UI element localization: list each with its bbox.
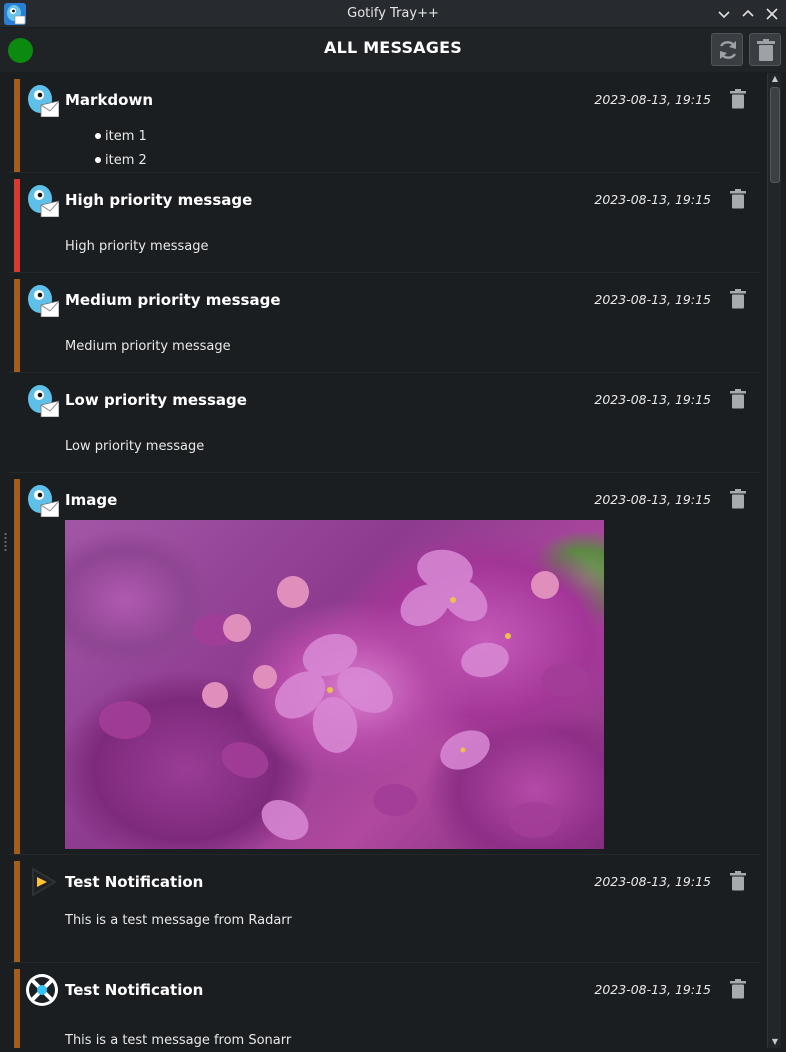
gotify-gopher-icon [25, 83, 59, 117]
message-item: Test Notification 2023-08-13, 19:15 This… [9, 855, 761, 963]
trash-icon [757, 39, 775, 61]
gotify-gopher-icon [28, 485, 59, 517]
gotify-gopher-icon [28, 385, 59, 417]
message-title: Test Notification [65, 873, 204, 891]
message-body: This is a test message from Radarr [65, 913, 292, 928]
delete-all-button[interactable] [749, 33, 781, 66]
scroll-down-arrow-icon[interactable]: ▼ [770, 1037, 780, 1047]
message-title: Low priority message [65, 391, 247, 409]
message-date: 2023-08-13, 19:15 [594, 392, 711, 407]
page-title: ALL MESSAGES [324, 38, 462, 57]
delete-message-button[interactable] [729, 289, 747, 309]
message-item: Markdown 2023-08-13, 19:15 item 1 item 2 [9, 73, 761, 173]
message-title: Image [65, 491, 118, 509]
scroll-up-arrow-icon[interactable]: ▲ [770, 74, 780, 84]
message-item: Medium priority message 2023-08-13, 19:1… [9, 273, 761, 373]
close-icon [766, 8, 778, 20]
window-title: Gotify Tray++ [347, 6, 439, 21]
scrollbar-thumb[interactable] [770, 87, 780, 183]
markdown-list: item 1 item 2 [95, 127, 147, 175]
message-date: 2023-08-13, 19:15 [594, 292, 711, 307]
chevron-down-icon [718, 11, 730, 19]
flower-petals [99, 549, 589, 840]
message-title: Markdown [65, 91, 154, 109]
delete-message-button[interactable] [729, 871, 747, 891]
message-title: Medium priority message [65, 291, 281, 309]
message-item: Low priority message 2023-08-13, 19:15 L… [9, 373, 761, 473]
priority-indicator [14, 79, 20, 172]
delete-message-button[interactable] [729, 979, 747, 999]
delete-message-button[interactable] [729, 389, 747, 409]
minimize-button[interactable] [714, 4, 734, 24]
radarr-icon [32, 867, 57, 897]
message-item: High priority message 2023-08-13, 19:15 … [9, 173, 761, 273]
priority-indicator [14, 969, 20, 1048]
vertical-scrollbar[interactable]: ▲ ▼ [767, 73, 781, 1048]
refresh-button[interactable] [711, 33, 743, 66]
message-list[interactable]: Markdown 2023-08-13, 19:15 item 1 item 2… [9, 73, 766, 1048]
message-title: High priority message [65, 191, 253, 209]
message-date: 2023-08-13, 19:15 [594, 92, 711, 107]
delete-message-button[interactable] [729, 189, 747, 209]
refresh-icon [719, 41, 737, 59]
lilac-flowers-photo [65, 520, 604, 849]
priority-indicator [14, 279, 20, 372]
message-item: Image 2023-08-13, 19:15 [9, 473, 761, 855]
window-titlebar: Gotify Tray++ [0, 0, 786, 28]
maximize-button[interactable] [738, 4, 758, 24]
priority-indicator [14, 479, 20, 854]
sonarr-icon [26, 974, 58, 1006]
message-title: Test Notification [65, 981, 204, 999]
message-body: This is a test message from Sonarr [65, 1033, 292, 1048]
chevron-up-icon [742, 9, 754, 17]
message-body: Medium priority message [65, 339, 231, 354]
priority-indicator [14, 179, 20, 272]
message-date: 2023-08-13, 19:15 [594, 874, 711, 889]
message-item: Test Notification 2023-08-13, 19:15 This… [9, 963, 761, 1048]
message-date: 2023-08-13, 19:15 [594, 982, 711, 997]
priority-indicator [14, 861, 20, 962]
resize-grip[interactable] [4, 532, 7, 552]
list-item: item 2 [95, 151, 147, 175]
message-body: Low priority message [65, 439, 205, 454]
gotify-gopher-icon [28, 185, 59, 217]
header-toolbar: ALL MESSAGES [0, 28, 786, 72]
message-date: 2023-08-13, 19:15 [594, 492, 711, 507]
list-item: item 1 [95, 127, 147, 151]
close-button[interactable] [762, 4, 782, 24]
message-body: High priority message [65, 239, 209, 254]
delete-message-button[interactable] [729, 89, 747, 109]
delete-message-button[interactable] [729, 489, 747, 509]
gotify-gopher-icon [28, 285, 59, 317]
message-date: 2023-08-13, 19:15 [594, 192, 711, 207]
